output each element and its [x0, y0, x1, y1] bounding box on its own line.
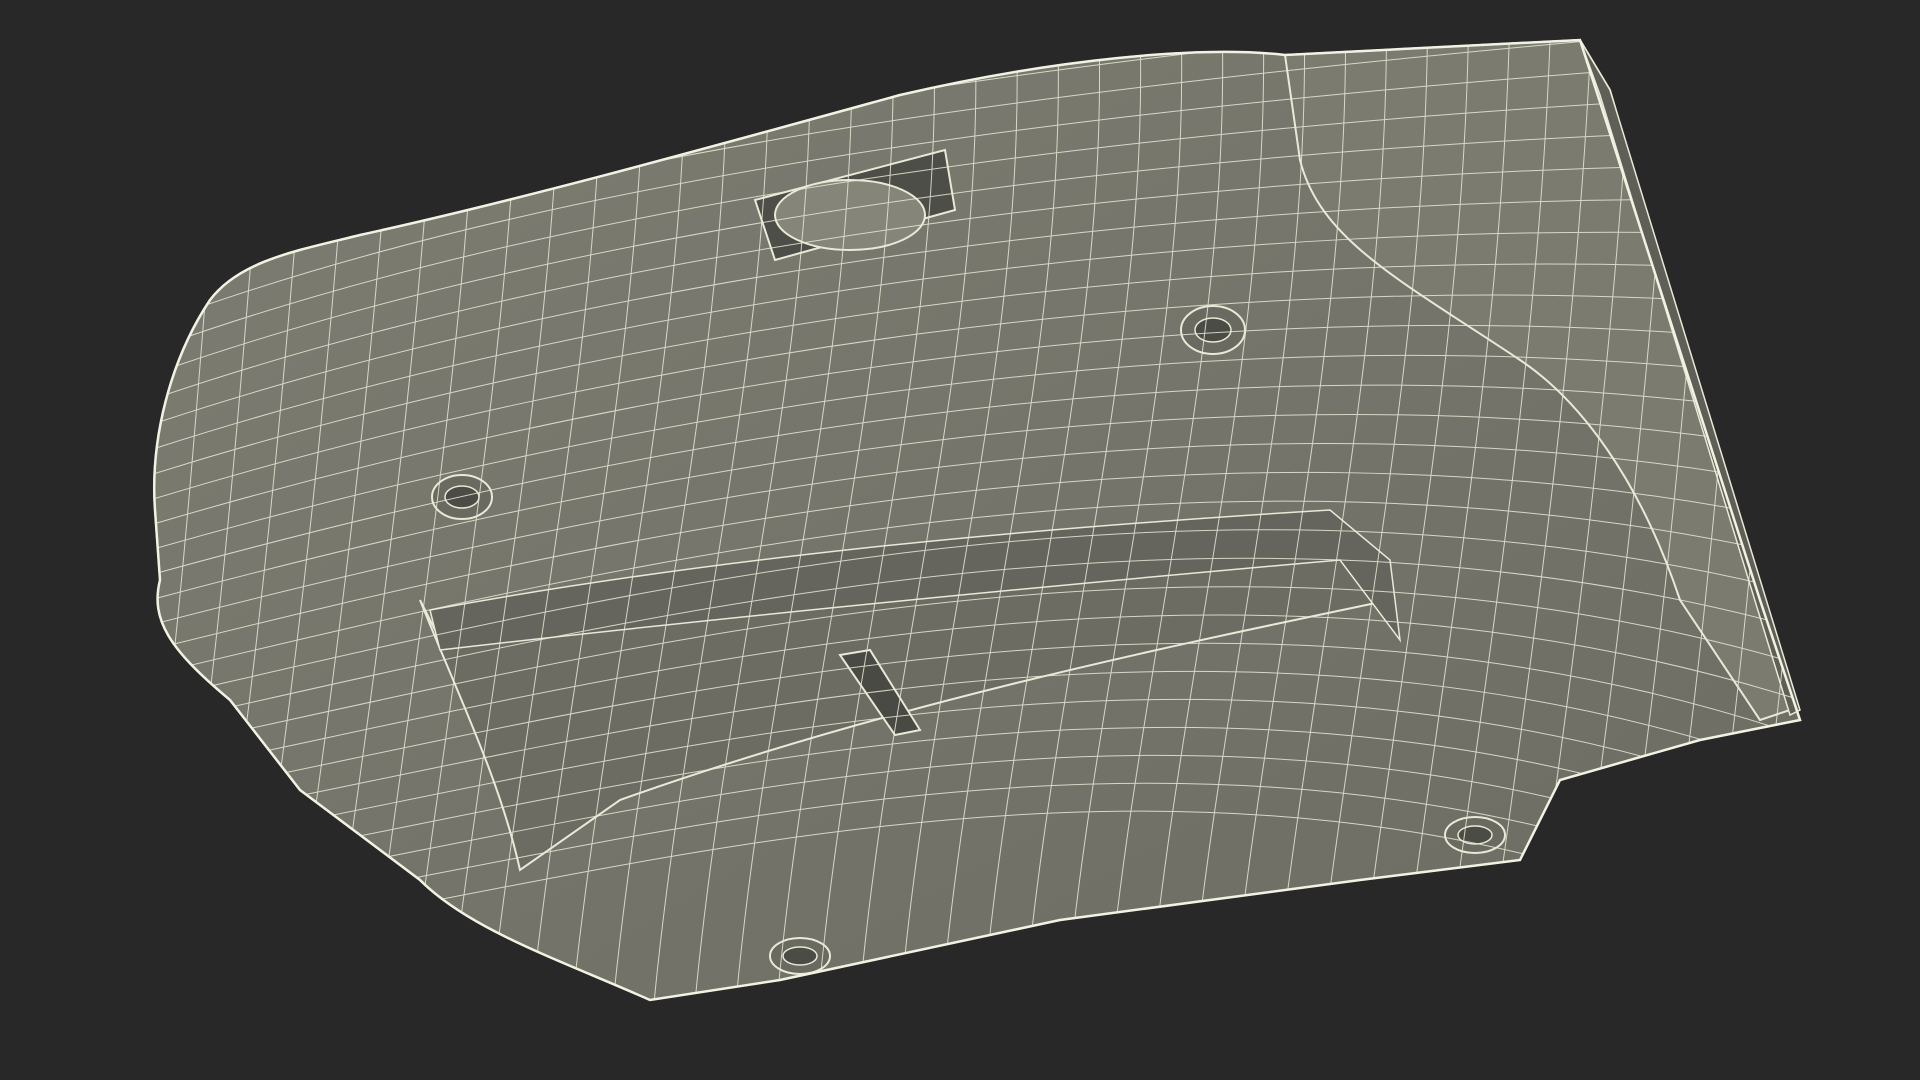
model-render [153, 38, 1802, 1002]
model-scroll-wheel [774, 179, 926, 251]
render-viewport [0, 0, 1920, 1080]
